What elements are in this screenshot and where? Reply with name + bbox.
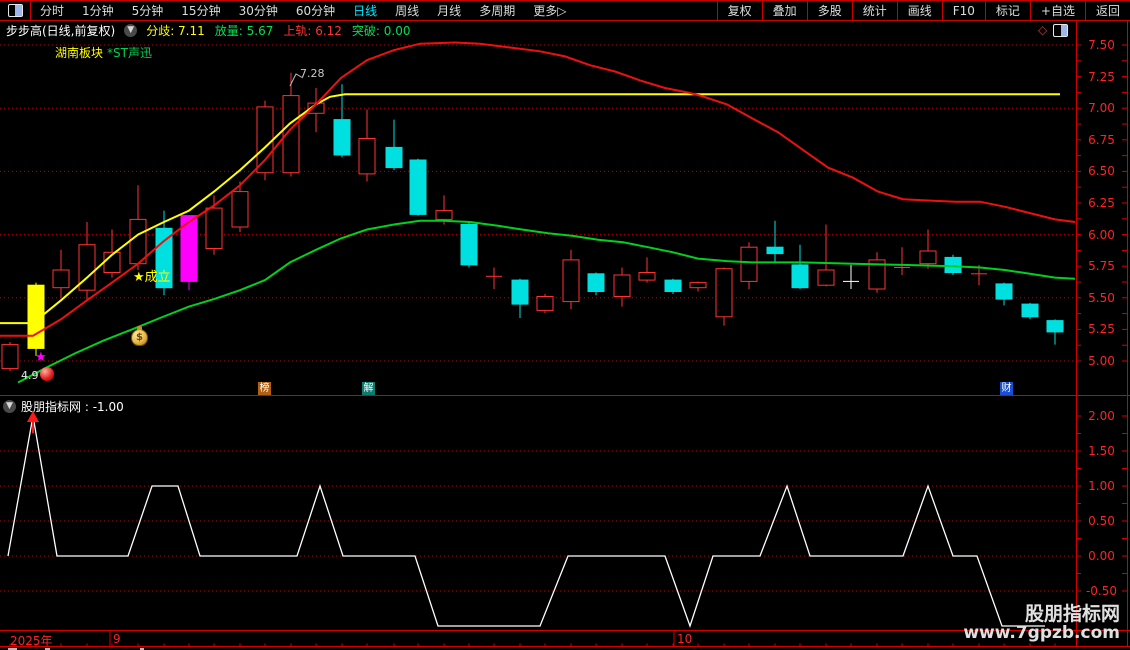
stock-app-window: 分时 1分钟 5分钟 15分钟 30分钟 60分钟 日线 周线 月线 多周期 更多▷ 复权 叠加 多股统… bbox=[0, 0, 1130, 650]
main-y-label: 5.00 bbox=[1088, 354, 1115, 368]
badge-bang[interactable]: 榜 bbox=[258, 382, 271, 395]
ma-yellow-divergence-7.11 bbox=[0, 93, 1060, 325]
period-menu-bar: 分时 1分钟 5分钟 15分钟 30分钟 60分钟 日线 周线 月线 多周期 更多▷ 复权 叠加 多股统… bbox=[0, 0, 1130, 21]
watermark-site-name: 股朋指标网 bbox=[1024, 603, 1120, 626]
indicator-field-1: 放量: 5.67 bbox=[214, 23, 274, 38]
tab-5分钟[interactable]: 5分钟 bbox=[123, 1, 173, 20]
stock-info-bar: 步步高(日线,前复权) ▼ 分歧: 7.11 放量: 5.67 上轨: 6.12 突破… bbox=[6, 22, 421, 38]
x-axis-month: 9 bbox=[113, 632, 121, 646]
x-axis-year: 2025年 bbox=[10, 634, 53, 648]
chart-canvas[interactable] bbox=[0, 0, 1130, 650]
sub-indicator-header: ▼ 股朋指标网 : -1.00 bbox=[3, 398, 124, 415]
indicator-field-0: 分歧: 7.11 bbox=[146, 23, 205, 38]
magenta-star-marker: ★ bbox=[35, 350, 47, 365]
tab-更多▷[interactable]: 更多▷ bbox=[524, 1, 575, 20]
indicator-values: 分歧: 7.11 放量: 5.67 上轨: 6.12 突破: 0.00 bbox=[146, 22, 420, 39]
main-y-label: 7.50 bbox=[1088, 38, 1115, 52]
sub-y-label: 2.00 bbox=[1088, 409, 1115, 423]
main-y-label: 6.50 bbox=[1088, 164, 1115, 179]
indicator-field-3: 突破: 0.00 bbox=[351, 23, 411, 38]
main-y-label: 5.50 bbox=[1088, 290, 1115, 305]
signal-chengli-label: ★成立 bbox=[133, 270, 171, 285]
sub-indicator-name: 股朋指标网 bbox=[21, 400, 82, 414]
tab-分时[interactable]: 分时 bbox=[31, 1, 73, 20]
main-y-label: 7.00 bbox=[1088, 101, 1115, 116]
panel-toggle-icon bbox=[7, 4, 23, 17]
red-ball-icon bbox=[40, 367, 54, 381]
menu-F10[interactable]: F10 bbox=[941, 1, 985, 20]
menu-多股[interactable]: 多股 bbox=[806, 1, 852, 20]
tab-1分钟[interactable]: 1分钟 bbox=[73, 1, 123, 20]
tag-sector[interactable]: 湖南板块 bbox=[55, 44, 103, 61]
main-y-label: 6.75 bbox=[1088, 132, 1115, 147]
money-bag-icon: $ bbox=[131, 326, 148, 346]
sub-y-label: -0.50 bbox=[1085, 584, 1118, 598]
sub-y-label: 0.50 bbox=[1088, 514, 1115, 528]
watermark-url: www.7gpzb.com bbox=[963, 623, 1120, 644]
main-y-label: 6.00 bbox=[1088, 227, 1115, 242]
tab-30分钟[interactable]: 30分钟 bbox=[230, 1, 287, 20]
tab-多周期[interactable]: 多周期 bbox=[470, 1, 524, 20]
menu-叠加[interactable]: 叠加 bbox=[761, 1, 807, 20]
tab-60分钟[interactable]: 60分钟 bbox=[287, 1, 344, 20]
sub-y-label: 1.50 bbox=[1088, 444, 1115, 458]
diamond-icon[interactable]: ◇ bbox=[1038, 24, 1047, 36]
period-low-value: 4.9 bbox=[21, 369, 39, 382]
menu-统计[interactable]: 统计 bbox=[851, 1, 897, 20]
main-y-label: 7.25 bbox=[1088, 69, 1115, 84]
peak-price-annotation: 7.28 bbox=[300, 67, 325, 80]
sub-indicator-value: : -1.00 bbox=[81, 400, 124, 414]
badge-jie[interactable]: 解 bbox=[362, 382, 375, 395]
watermark: 股朋指标网 www.7gpzb.com bbox=[963, 603, 1120, 644]
sub-y-label: 0.00 bbox=[1088, 549, 1115, 563]
menu-返回[interactable]: 返回 bbox=[1084, 1, 1130, 20]
indicator-field-2: 上轨: 6.12 bbox=[283, 23, 342, 38]
x-axis-month: 10 bbox=[677, 632, 693, 646]
stock-title: 步步高(日线,前复权) bbox=[6, 23, 116, 38]
tab-15分钟[interactable]: 15分钟 bbox=[172, 1, 229, 20]
collapse-chevron-icon[interactable]: ▼ bbox=[124, 23, 138, 37]
tab-月线[interactable]: 月线 bbox=[428, 1, 470, 20]
sub-indicator-line bbox=[7, 415, 1045, 629]
badge-cai[interactable]: 财 bbox=[1000, 382, 1013, 395]
tool-menu: 复权 叠加 多股 统计 画线 F10 标记 +自选 返回 bbox=[716, 1, 1130, 20]
layout-icon[interactable] bbox=[1053, 23, 1069, 37]
sub-y-label: 1.00 bbox=[1088, 479, 1115, 493]
menu-复权[interactable]: 复权 bbox=[716, 1, 762, 20]
collapse-chevron-icon[interactable]: ▼ bbox=[3, 400, 16, 413]
menu-画线[interactable]: 画线 bbox=[896, 1, 942, 20]
tab-日线[interactable]: 日线 bbox=[344, 1, 386, 20]
menu-标记[interactable]: 标记 bbox=[984, 1, 1030, 20]
panel-toggle-button[interactable] bbox=[0, 1, 31, 20]
tag-related-stock[interactable]: *ST声迅 bbox=[107, 44, 152, 61]
ma-red bbox=[0, 41, 1076, 337]
main-y-label: 5.25 bbox=[1088, 322, 1115, 337]
menu-+自选[interactable]: +自选 bbox=[1029, 1, 1085, 20]
period-tabs: 分时 1分钟 5分钟 15分钟 30分钟 60分钟 日线 周线 月线 多周期 更多▷ bbox=[31, 1, 575, 20]
tab-周线[interactable]: 周线 bbox=[386, 1, 428, 20]
main-y-label: 5.75 bbox=[1088, 259, 1115, 274]
info-bar-right-icons: ◇ bbox=[1038, 22, 1069, 38]
main-y-label: 6.25 bbox=[1088, 196, 1115, 210]
